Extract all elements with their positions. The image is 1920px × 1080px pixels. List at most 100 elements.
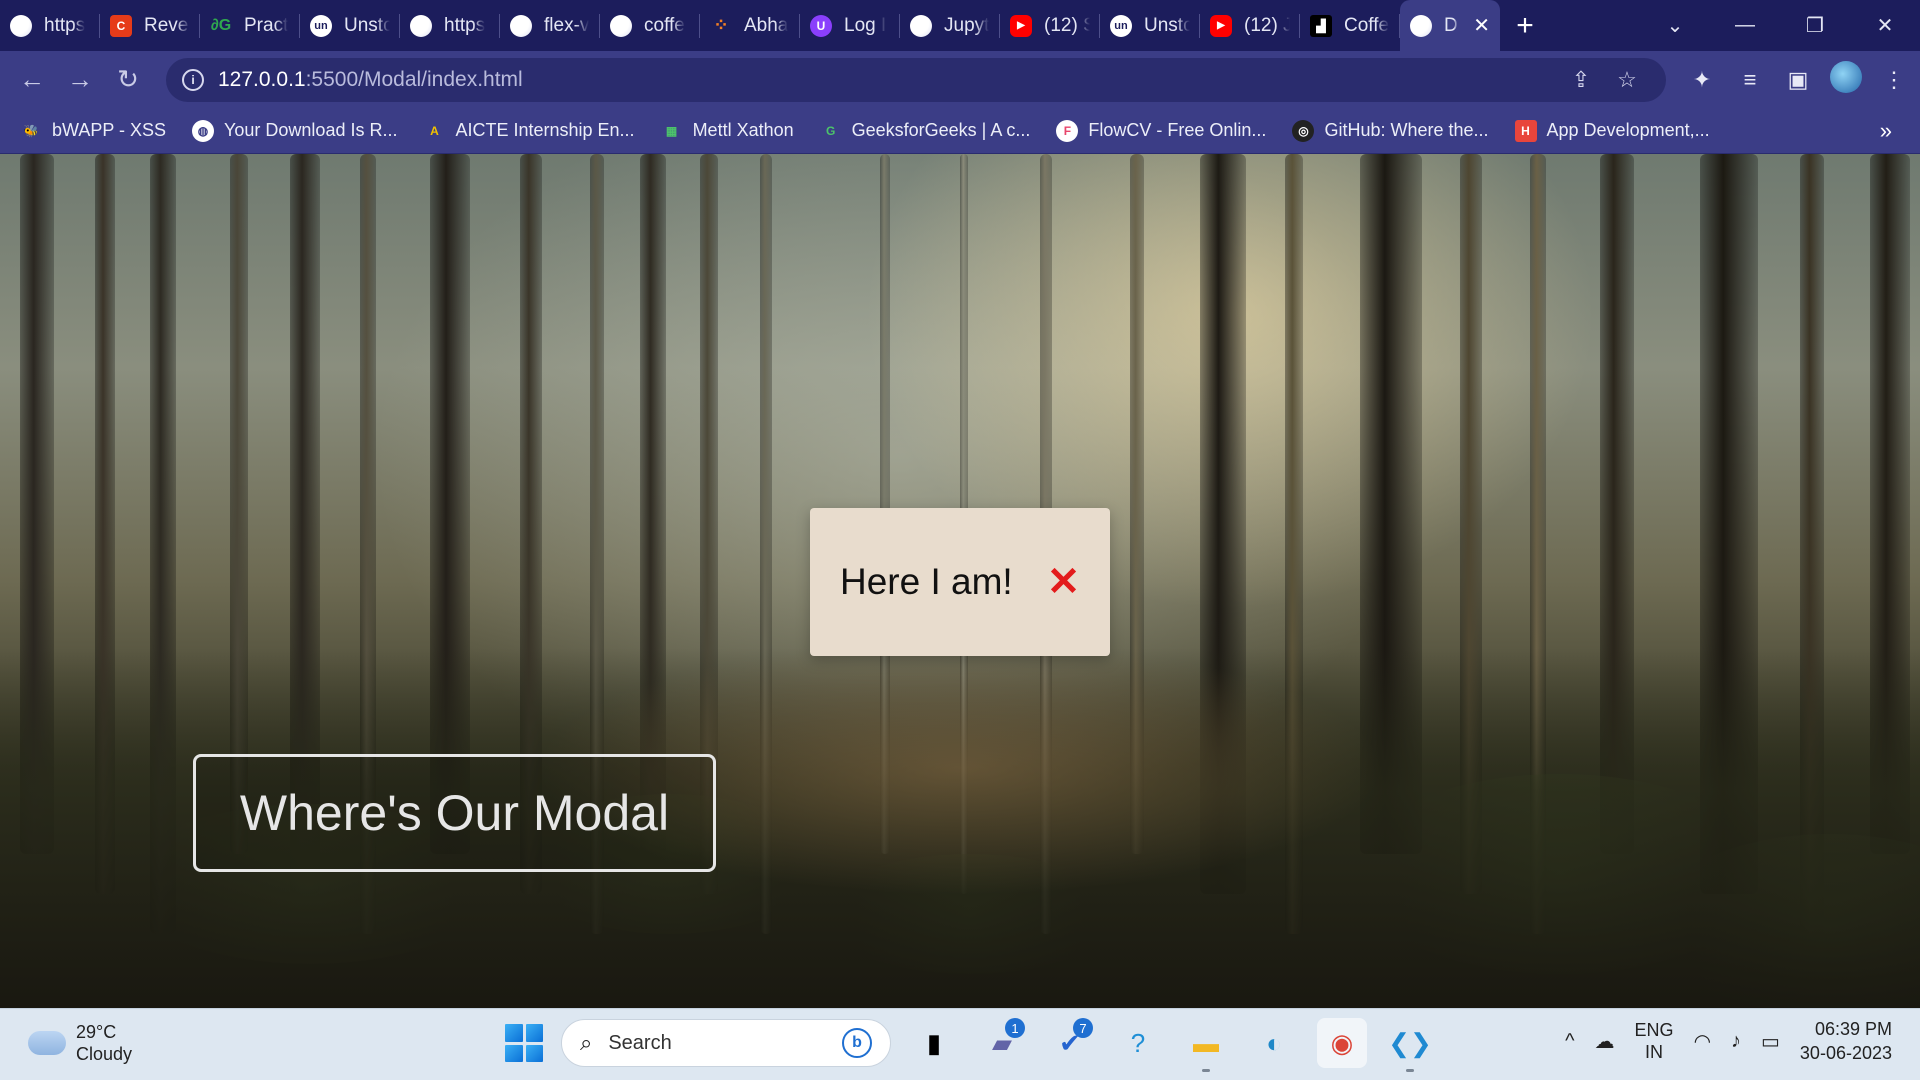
tab-search-chevron-icon[interactable]: ⌄ — [1640, 13, 1710, 38]
tab-9[interactable]: Jupyt — [900, 0, 1000, 51]
bookmark-star-icon[interactable]: ☆ — [1604, 67, 1650, 93]
bookmarks-overflow-icon[interactable]: » — [1880, 118, 1892, 144]
bookmark-label: Your Download Is R... — [224, 120, 398, 140]
reload-button[interactable]: ↻ — [104, 56, 152, 104]
tab-5[interactable]: flex-v — [500, 0, 600, 51]
youtube-icon: ▶ — [1210, 14, 1232, 37]
globe-icon — [10, 14, 32, 37]
tab-title: D — [1444, 14, 1458, 36]
battery-icon[interactable]: ▭ — [1761, 1029, 1780, 1054]
black-app-icon: ▟ — [1310, 14, 1332, 37]
wifi-icon[interactable]: ◠ — [1694, 1029, 1711, 1054]
bookmark-6[interactable]: ◎ GitHub: Where the... — [1292, 119, 1489, 142]
side-panel-icon[interactable]: ▣ — [1774, 67, 1822, 93]
geeksforgeeks-icon: ∂G — [210, 16, 232, 34]
address-bar[interactable]: i 127.0.0.1:5500/Modal/index.html ⇪ ☆ — [166, 57, 1666, 102]
vscode-icon[interactable]: ❮❯ — [1385, 1018, 1435, 1068]
tab-10[interactable]: ▶ (12) S — [1000, 0, 1100, 51]
youtube-icon: ▶ — [1010, 14, 1032, 37]
lang-bottom: IN — [1645, 1042, 1664, 1062]
tab-strip: https C Revei ∂G Pract un Unstc https flex-v coff… — [0, 0, 1920, 51]
windows-taskbar: 29°C Cloudy ⌕ Search b ▮ ▰ 1 ✔ 7 ? ▬ ◐ ◉ ❮… — [0, 1008, 1920, 1080]
globe-icon: ◍ — [192, 119, 215, 142]
tab-close-icon[interactable]: ✕ — [1473, 13, 1490, 38]
share-icon[interactable]: ⇪ — [1558, 67, 1604, 93]
url-host: 127.0.0.1 — [218, 67, 306, 91]
tray-chevron-icon[interactable]: ^ — [1565, 1030, 1574, 1053]
bookmark-label: App Development,... — [1546, 120, 1710, 140]
bookmark-label: AICTE Internship En... — [455, 120, 635, 140]
start-button[interactable] — [505, 1024, 543, 1062]
onedrive-icon[interactable]: ☁ — [1595, 1029, 1615, 1054]
tab-7[interactable]: ⁘ Abha — [700, 0, 800, 51]
bookmark-label: GeeksforGeeks | A c... — [851, 120, 1031, 140]
url-text[interactable]: 127.0.0.1:5500/Modal/index.html — [218, 68, 1558, 92]
bee-icon: 🐝 — [23, 123, 39, 138]
clock[interactable]: 06:39 PM 30-06-2023 — [1800, 1017, 1892, 1065]
todo-badge: 7 — [1073, 1018, 1093, 1038]
tab-6[interactable]: coffe — [600, 0, 700, 51]
bookmark-4[interactable]: G GeeksforGeeks | A c... — [820, 120, 1031, 142]
menu-kebab-icon[interactable]: ⋮ — [1870, 67, 1918, 93]
tab-title: Unstc — [1144, 14, 1190, 36]
bookmark-0[interactable]: 🐝 bWAPP - XSS — [20, 120, 167, 142]
weather-temp: 29°C — [76, 1022, 117, 1042]
new-tab-button[interactable]: + — [1500, 0, 1550, 51]
modal-close-icon[interactable]: ✕ — [1047, 562, 1081, 602]
tab-13[interactable]: ▟ Coffe — [1300, 0, 1400, 51]
tab-3[interactable]: un Unstc — [300, 0, 400, 51]
orange-dots-icon: ⁘ — [713, 15, 729, 35]
restore-button[interactable]: ❐ — [1780, 13, 1850, 38]
clock-date: 30-06-2023 — [1799, 1043, 1892, 1063]
forward-button[interactable]: → — [56, 56, 104, 104]
tab-title: Pract — [244, 14, 289, 36]
tab-title: Coffe — [1344, 14, 1390, 36]
modal-dialog: Here I am! ✕ — [810, 508, 1110, 656]
bookmark-7[interactable]: H App Development,... — [1514, 119, 1710, 142]
open-modal-button[interactable]: Where's Our Modal — [193, 754, 716, 872]
back-button[interactable]: ← — [8, 56, 56, 104]
bookmark-2[interactable]: A AICTE Internship En... — [423, 120, 634, 142]
profile-avatar[interactable] — [1822, 60, 1870, 99]
tab-14[interactable]: D ✕ — [1400, 0, 1500, 51]
url-path: :5500/Modal/index.html — [305, 67, 523, 91]
tab-0[interactable]: https — [0, 0, 100, 51]
file-explorer-icon[interactable]: ▬ — [1181, 1018, 1231, 1068]
tab-title: Unstc — [344, 14, 390, 36]
bookmark-1[interactable]: ◍ Your Download Is R... — [192, 119, 398, 142]
globe-icon — [610, 14, 632, 37]
tab-4[interactable]: https — [400, 0, 500, 51]
media-control-icon[interactable]: ≡ — [1726, 67, 1774, 93]
get-help-icon[interactable]: ? — [1113, 1018, 1163, 1068]
task-view-icon[interactable]: ▮ — [909, 1018, 959, 1068]
tab-title: https — [444, 14, 486, 36]
close-window-button[interactable]: ✕ — [1850, 13, 1920, 38]
tab-12[interactable]: ▶ (12) J — [1200, 0, 1300, 51]
tab-11[interactable]: un Unstc — [1100, 0, 1200, 51]
page-viewport: Here I am! ✕ Where's Our Modal — [0, 154, 1920, 1008]
bing-icon[interactable]: b — [842, 1028, 872, 1058]
site-info-icon[interactable]: i — [182, 68, 204, 91]
taskbar-search[interactable]: ⌕ Search b — [561, 1019, 891, 1067]
tab-title: Abha — [744, 14, 789, 36]
bookmark-3[interactable]: ▦ Mettl Xathon — [661, 120, 794, 142]
extensions-puzzle-icon[interactable]: ✦ — [1678, 67, 1726, 93]
bookmark-5[interactable]: F FlowCV - Free Onlin... — [1056, 119, 1266, 142]
language-indicator[interactable]: ENG IN — [1635, 1019, 1674, 1063]
globe-icon — [1410, 14, 1432, 37]
tab-2[interactable]: ∂G Pract — [200, 0, 300, 51]
window-controls: ⌄ — ❐ ✕ — [1640, 0, 1920, 51]
tab-title: coffe — [644, 14, 685, 36]
volume-icon[interactable]: ♪ — [1731, 1030, 1741, 1053]
aicte-icon: A — [430, 123, 439, 138]
minimize-button[interactable]: — — [1710, 14, 1780, 37]
weather-widget[interactable]: 29°C Cloudy — [28, 1021, 132, 1065]
chat-icon[interactable]: ▰ 1 — [977, 1018, 1027, 1068]
todo-icon[interactable]: ✔ 7 — [1045, 1018, 1095, 1068]
tab-1[interactable]: C Revei — [100, 0, 200, 51]
chrome-icon[interactable]: ◉ — [1317, 1018, 1367, 1068]
tab-list: https C Revei ∂G Pract un Unstc https flex-v coff… — [0, 0, 1500, 51]
modal-text: Here I am! — [840, 561, 1013, 602]
tab-8[interactable]: U Log I — [800, 0, 900, 51]
edge-icon[interactable]: ◐ — [1249, 1018, 1299, 1068]
